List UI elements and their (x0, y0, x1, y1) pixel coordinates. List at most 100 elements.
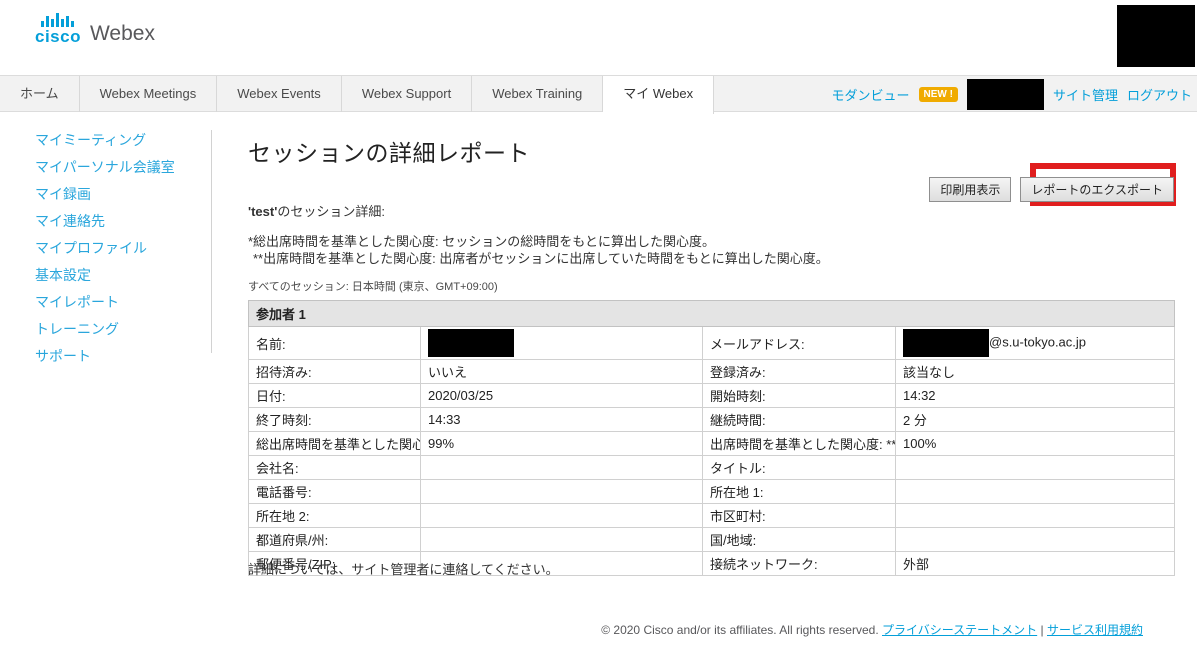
sidebar-item-8[interactable]: サポート (35, 349, 175, 364)
table-label-cell: 電話番号: (249, 480, 421, 504)
participant-table-header: 参加者 1 (249, 301, 1175, 327)
table-label-cell: 都道府県/州: (249, 528, 421, 552)
table-row: 総出席時間を基準とした関心度: *99%出席時間を基準とした関心度: **100… (249, 432, 1175, 456)
table-row: 都道府県/州: 国/地域: (249, 528, 1175, 552)
participant-table: 参加者 1 名前:メールアドレス:@s.u-tokyo.ac.jp招待済み:いい… (248, 300, 1175, 576)
table-value-cell (896, 528, 1175, 552)
nav-bar: ホームWebex MeetingsWebex EventsWebex Suppo… (0, 75, 1197, 112)
new-badge: NEW ! (919, 87, 958, 102)
table-row: 招待済み:いいえ登録済み:該当なし (249, 360, 1175, 384)
sidebar-item-3[interactable]: マイ連絡先 (35, 214, 175, 229)
footer: © 2020 Cisco and/or its affiliates. All … (601, 621, 1143, 638)
table-value-cell: 14:33 (421, 408, 703, 432)
table-value-cell (896, 480, 1175, 504)
session-name: 'test' (248, 204, 277, 219)
table-value-cell: 2020/03/25 (421, 384, 703, 408)
sidebar-item-1[interactable]: マイパーソナル会議室 (35, 160, 175, 175)
sidebar-divider (211, 130, 212, 353)
nav-utilities: モダンビュー NEW ! サイト管理 ログアウト (832, 76, 1193, 112)
table-row: 日付:2020/03/25開始時刻:14:32 (249, 384, 1175, 408)
page-title: セッションの詳細レポート (248, 134, 530, 168)
sidebar-item-5[interactable]: 基本設定 (35, 268, 175, 283)
redaction-box-header (1117, 5, 1195, 67)
table-value-cell: 100% (896, 432, 1175, 456)
table-row: 会社名: タイトル: (249, 456, 1175, 480)
table-label-cell: 総出席時間を基準とした関心度: * (249, 432, 421, 456)
table-row: 名前: メールアドレス:@s.u-tokyo.ac.jp (249, 327, 1175, 360)
table-label-cell: 国/地域: (703, 528, 896, 552)
table-value-cell: 外部 (896, 552, 1175, 576)
table-label-cell: 登録済み: (703, 360, 896, 384)
sidebar-menu: マイミーティングマイパーソナル会議室マイ録画マイ連絡先マイプロファイル基本設定マ… (35, 133, 175, 364)
logout-link[interactable]: ログアウト (1127, 85, 1192, 104)
table-label-cell: 招待済み: (249, 360, 421, 384)
table-value-cell: 14:32 (896, 384, 1175, 408)
sidebar-item-0[interactable]: マイミーティング (35, 133, 175, 148)
modern-view-link[interactable]: モダンビュー (832, 85, 910, 104)
privacy-statement-link[interactable]: プライバシーステートメント (882, 623, 1037, 637)
table-label-cell: 接続ネットワーク: (703, 552, 896, 576)
export-report-button[interactable]: レポートのエクスポート (1020, 177, 1174, 202)
table-value-cell (896, 504, 1175, 528)
sidebar-item-4[interactable]: マイプロファイル (35, 241, 175, 256)
table-value-cell: 2 分 (896, 408, 1175, 432)
table-label-cell: 会社名: (249, 456, 421, 480)
table-value-cell (421, 528, 703, 552)
report-actions: 印刷用表示 レポートのエクスポート (929, 177, 1174, 202)
table-row: 終了時刻:14:33継続時間:2 分 (249, 408, 1175, 432)
print-view-button[interactable]: 印刷用表示 (929, 177, 1011, 202)
participant-table-body: 名前:メールアドレス:@s.u-tokyo.ac.jp招待済み:いいえ登録済み:… (249, 327, 1175, 576)
table-value-cell: 該当なし (896, 360, 1175, 384)
table-value-cell (896, 456, 1175, 480)
site-admin-link[interactable]: サイト管理 (1053, 85, 1118, 104)
main-content: セッションの詳細レポート 印刷用表示 レポートのエクスポート 'test'のセッ… (248, 130, 1174, 630)
table-row: 電話番号: 所在地 1: (249, 480, 1175, 504)
cisco-logo: cisco (35, 12, 81, 46)
cisco-webex-logo: cisco Webex (35, 12, 155, 46)
tab-ホーム[interactable]: ホーム (0, 76, 80, 112)
terms-of-service-link[interactable]: サービス利用規約 (1047, 623, 1143, 637)
table-value-cell: @s.u-tokyo.ac.jp (896, 327, 1175, 360)
contact-admin-line: 詳細については、サイト管理者に連絡してください。 (248, 559, 559, 578)
table-row: 所在地 2: 市区町村: (249, 504, 1175, 528)
tab-webex-training[interactable]: Webex Training (472, 76, 603, 112)
table-label-cell: 終了時刻: (249, 408, 421, 432)
table-label-cell: 開始時刻: (703, 384, 896, 408)
redaction-box-username (967, 79, 1044, 110)
tab-webex-meetings[interactable]: Webex Meetings (80, 76, 218, 112)
table-label-cell: 所在地 2: (249, 504, 421, 528)
table-value-cell (421, 327, 703, 360)
webex-wordmark: Webex (90, 22, 155, 46)
table-label-cell: 所在地 1: (703, 480, 896, 504)
session-suffix: のセッション詳細: (277, 204, 385, 219)
cisco-bridge-icon (41, 12, 74, 27)
table-value-cell (421, 456, 703, 480)
redaction-box (903, 329, 989, 357)
header: cisco Webex (0, 0, 1197, 75)
cisco-wordmark: cisco (35, 28, 81, 46)
table-label-cell: 出席時間を基準とした関心度: ** (703, 432, 896, 456)
table-value-cell (421, 504, 703, 528)
page: cisco Webex ホームWebex MeetingsWebex Event… (0, 0, 1197, 646)
note-total-attendance: *総出席時間を基準とした関心度: セッションの総時間をもとに算出した関心度。 (248, 233, 829, 250)
session-detail-line: 'test'のセッション詳細: (248, 201, 385, 220)
tab-マイ-webex[interactable]: マイ Webex (603, 76, 714, 114)
table-value-cell: 99% (421, 432, 703, 456)
table-label-cell: タイトル: (703, 456, 896, 480)
tab-webex-support[interactable]: Webex Support (342, 76, 472, 112)
timezone-line: すべてのセッション: 日本時間 (東京、GMT+09:00) (248, 278, 498, 294)
attention-notes: *総出席時間を基準とした関心度: セッションの総時間をもとに算出した関心度。 *… (248, 233, 829, 267)
table-label-cell: 日付: (249, 384, 421, 408)
table-value-cell (421, 480, 703, 504)
sidebar-item-7[interactable]: トレーニング (35, 322, 175, 337)
table-label-cell: 名前: (249, 327, 421, 360)
table-label-cell: 継続時間: (703, 408, 896, 432)
sidebar-item-6[interactable]: マイレポート (35, 295, 175, 310)
tab-webex-events[interactable]: Webex Events (217, 76, 342, 112)
table-value-cell: いいえ (421, 360, 703, 384)
table-label-cell: メールアドレス: (703, 327, 896, 360)
note-attendance: **出席時間を基準とした関心度: 出席者がセッションに出席していた時間をもとに算… (248, 250, 829, 267)
footer-separator: | (1041, 623, 1044, 637)
table-label-cell: 市区町村: (703, 504, 896, 528)
sidebar-item-2[interactable]: マイ録画 (35, 187, 175, 202)
